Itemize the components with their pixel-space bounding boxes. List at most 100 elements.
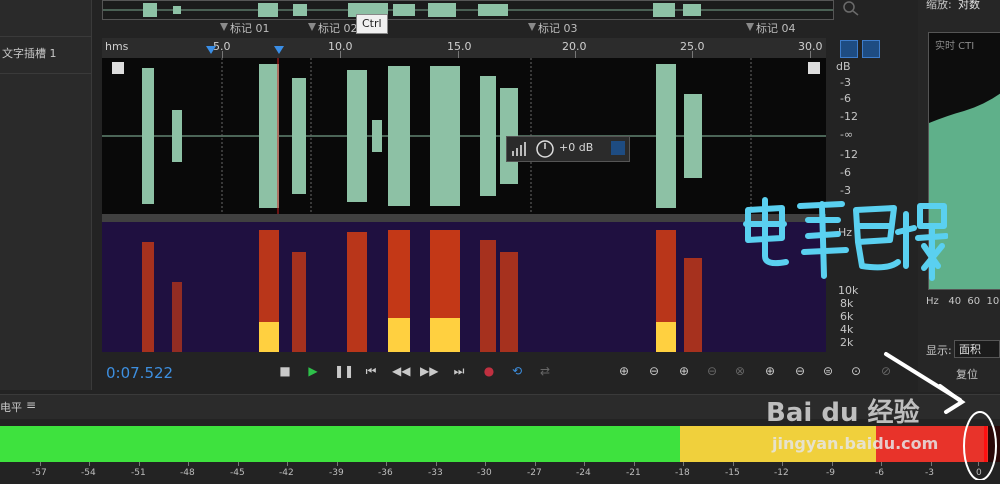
time-ruler[interactable]: hms 5.0 10.0 15.0 20.0 25.0 30.0 — [102, 38, 826, 58]
zoom-selection-icon: ⊗ — [734, 364, 746, 378]
go-to-start-button[interactable]: ⏮ — [362, 362, 380, 380]
zoom-out-time-button[interactable]: ⊖ — [702, 362, 722, 380]
level-bars-icon — [512, 142, 526, 156]
marker-flag-icon — [220, 23, 228, 31]
hud-pin-icon[interactable] — [611, 141, 625, 155]
fade-in-handle[interactable] — [112, 62, 124, 74]
ruler-tick — [692, 51, 693, 58]
axis-label: 100 — [986, 296, 1000, 307]
skip-selection-button[interactable]: ⇄ — [536, 362, 554, 380]
meter-title: 电平 — [0, 401, 22, 414]
play-icon: ▶ — [308, 364, 318, 378]
zoom-in-icon: ⊕ — [618, 364, 630, 378]
pause-button[interactable]: ❚❚ — [334, 362, 354, 380]
fast-forward-icon: ▶▶ — [420, 364, 439, 378]
zoom-selection-button[interactable]: ⊗ — [730, 362, 750, 380]
db-scale: dB -3 -6 -12 -∞ -12 -6 -3 — [826, 58, 860, 214]
zoom-overview-icon[interactable] — [842, 0, 860, 16]
ruler-unit: hms — [105, 40, 129, 53]
db-scale-label: -3 — [840, 76, 851, 89]
db-scale-label: -12 — [840, 148, 858, 161]
meter-scale-label: -45 — [230, 468, 245, 478]
zoom-in-point-button[interactable]: ⊕ — [760, 362, 780, 380]
marker-label: 标记 02 — [318, 22, 358, 35]
scale-select[interactable]: 对数 — [958, 0, 980, 12]
overview-waveform[interactable] — [102, 0, 834, 20]
zoom-out-full-button[interactable]: ⊜ — [818, 362, 838, 380]
meter-scale-label: -42 — [279, 468, 294, 478]
ruler-tick — [222, 51, 223, 58]
zoom-in-point-icon: ⊕ — [764, 364, 776, 378]
hz-scale-label: 6k — [840, 310, 854, 323]
ruler-tick — [458, 51, 459, 58]
handwriting-graphic — [743, 197, 949, 281]
snap-icon[interactable] — [840, 40, 858, 58]
marker-label: 标记 01 — [230, 22, 270, 35]
record-button[interactable]: ● — [480, 362, 498, 380]
loop-icon: ⟲ — [511, 364, 523, 378]
arrow-graphic — [884, 352, 997, 481]
text-slot[interactable]: 文字插槽 1 — [0, 36, 92, 74]
zoom-reset-button[interactable]: ⊙ — [846, 362, 866, 380]
meter-scale-label: -9 — [826, 468, 835, 478]
record-icon: ● — [483, 364, 495, 378]
panel-menu-icon[interactable]: ≡ — [26, 398, 36, 412]
play-button[interactable]: ▶ — [304, 362, 322, 380]
meter-scale-label: -57 — [32, 468, 47, 478]
go-to-end-button[interactable]: ⏭ — [450, 362, 468, 380]
meter-scale-label: -24 — [576, 468, 591, 478]
marker-flag-icon — [746, 23, 754, 31]
spectral-graphic — [102, 222, 826, 352]
marker-01[interactable]: 标记 01 — [220, 20, 270, 36]
skip-forward-icon: ⏭ — [453, 364, 465, 378]
fast-forward-button[interactable]: ▶▶ — [420, 362, 438, 380]
panel-divider — [91, 0, 92, 390]
fade-out-handle[interactable] — [808, 62, 820, 74]
zoom-out-point-button[interactable]: ⊖ — [790, 362, 810, 380]
skip-back-icon: ⏮ — [365, 364, 377, 378]
playhead-handle[interactable] — [274, 46, 284, 54]
graph-axis: Hz 40 60 100 — [926, 296, 1000, 307]
text-slot-label: 文字插槽 1 — [2, 47, 57, 60]
rewind-icon: ◀◀ — [392, 364, 411, 378]
meter-scale-label: -51 — [131, 468, 146, 478]
ruler-tick — [575, 51, 576, 58]
marker-flag-icon — [528, 23, 536, 31]
db-scale-label: -6 — [840, 166, 851, 179]
meter-scale-label: -15 — [725, 468, 740, 478]
gain-knob-icon[interactable] — [535, 139, 555, 159]
meter-scale: -57 -54 -51 -48 -45 -42 -39 -36 -33 -30 … — [0, 462, 1000, 480]
db-scale-label: dB — [836, 60, 851, 73]
hz-scale-label: 2k — [840, 336, 854, 349]
marker-row: 标记 01 标记 02 标记 03 标记 04 — [102, 20, 832, 36]
marker-flag-icon — [308, 23, 316, 31]
marker-04[interactable]: 标记 04 — [746, 20, 796, 36]
waveform-editor[interactable] — [102, 58, 826, 214]
annotation-arrow — [880, 350, 1000, 481]
ruler-tick — [340, 51, 341, 58]
stop-button[interactable]: ■ — [276, 362, 294, 380]
clip-gain-hud[interactable]: +0 dB — [506, 136, 630, 162]
rewind-button[interactable]: ◀◀ — [392, 362, 410, 380]
meter-scale-label: -48 — [180, 468, 195, 478]
meter-scale-label: -12 — [774, 468, 789, 478]
meter-scale-label: -36 — [378, 468, 393, 478]
meter-scale-label: -27 — [527, 468, 542, 478]
spectral-display[interactable] — [102, 222, 826, 352]
view-divider[interactable] — [102, 214, 826, 222]
selection-start-handle[interactable] — [206, 46, 216, 54]
waveform-graphic — [102, 58, 826, 214]
zoom-in-time-button[interactable]: ⊕ — [674, 362, 694, 380]
overview-waveform-graphic — [103, 3, 833, 17]
marker-label: 标记 03 — [538, 22, 578, 35]
marker-02[interactable]: 标记 02 — [308, 20, 358, 36]
pin-icon[interactable] — [862, 40, 880, 58]
zoom-in-amplitude-button[interactable]: ⊕ — [614, 362, 634, 380]
scale-label: 缩放: — [926, 0, 952, 11]
ruler-tick — [810, 51, 811, 58]
left-panel: 文字插槽 1 — [0, 0, 92, 390]
zoom-out-icon: ⊖ — [706, 364, 718, 378]
loop-button[interactable]: ⟲ — [508, 362, 526, 380]
zoom-out-amplitude-button[interactable]: ⊖ — [644, 362, 664, 380]
marker-03[interactable]: 标记 03 — [528, 20, 578, 36]
